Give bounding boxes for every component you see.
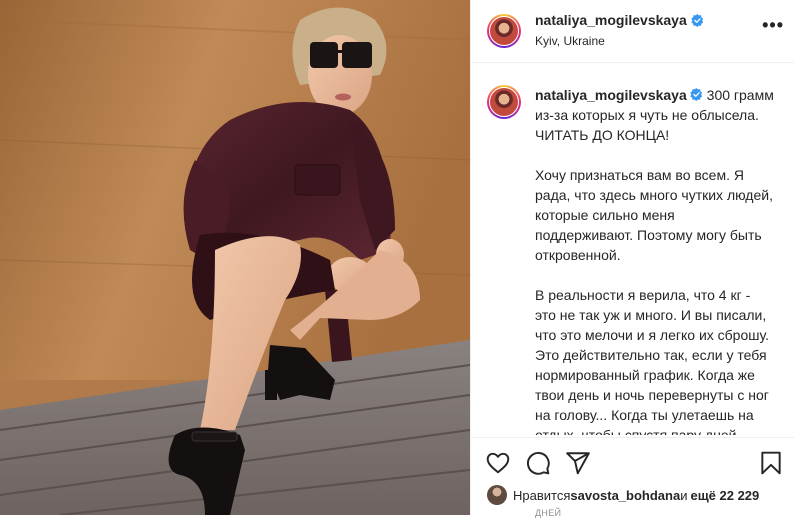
caption-area: nataliya_mogilevskaya 300 грамм из-за ко… xyxy=(471,63,794,435)
likes-summary: Нравится savosta_bohdana и ещё 22 229 xyxy=(471,483,794,507)
instagram-post: nataliya_mogilevskaya Kyiv, Ukraine ••• … xyxy=(0,0,794,518)
verified-badge-icon xyxy=(690,88,702,101)
post-timestamp: ДНЕЙ xyxy=(535,508,562,518)
author-username[interactable]: nataliya_mogilevskaya xyxy=(535,12,704,28)
likes-count[interactable]: ещё 22 229 xyxy=(690,488,759,503)
post-header: nataliya_mogilevskaya Kyiv, Ukraine ••• xyxy=(471,0,794,63)
author-username-text[interactable]: nataliya_mogilevskaya xyxy=(535,12,687,28)
paper-plane-icon[interactable] xyxy=(565,450,591,476)
bookmark-icon[interactable] xyxy=(758,450,784,476)
more-options-icon[interactable]: ••• xyxy=(762,16,784,34)
caption-username[interactable]: nataliya_mogilevskaya xyxy=(535,87,687,103)
photo-illustration xyxy=(0,0,470,515)
comment-icon[interactable] xyxy=(525,450,551,476)
liker-username[interactable]: savosta_bohdana xyxy=(570,488,680,503)
caption-paragraph-3: В реальности я верила, что 4 кг - это не… xyxy=(535,287,769,435)
post-location[interactable]: Kyiv, Ukraine xyxy=(535,34,704,48)
caption-paragraph-2: Хочу признаться вам во всем. Я рада, что… xyxy=(535,167,773,263)
post-caption: nataliya_mogilevskaya 300 грамм из-за ко… xyxy=(535,85,775,435)
caption-avatar[interactable] xyxy=(487,85,521,119)
author-info: nataliya_mogilevskaya Kyiv, Ukraine xyxy=(535,12,704,48)
likes-prefix: Нравится xyxy=(513,487,571,503)
caption-first-paragraph: nataliya_mogilevskaya 300 грамм из-за ко… xyxy=(535,85,775,145)
post-side-panel: nataliya_mogilevskaya Kyiv, Ukraine ••• … xyxy=(470,0,794,518)
post-actions-bar xyxy=(471,437,794,484)
verified-badge-icon xyxy=(691,13,703,27)
post-photo[interactable] xyxy=(0,0,470,515)
liker-avatar[interactable] xyxy=(487,485,507,505)
author-avatar[interactable] xyxy=(487,14,521,48)
likes-middle: и xyxy=(680,487,688,503)
heart-icon[interactable] xyxy=(485,450,511,476)
